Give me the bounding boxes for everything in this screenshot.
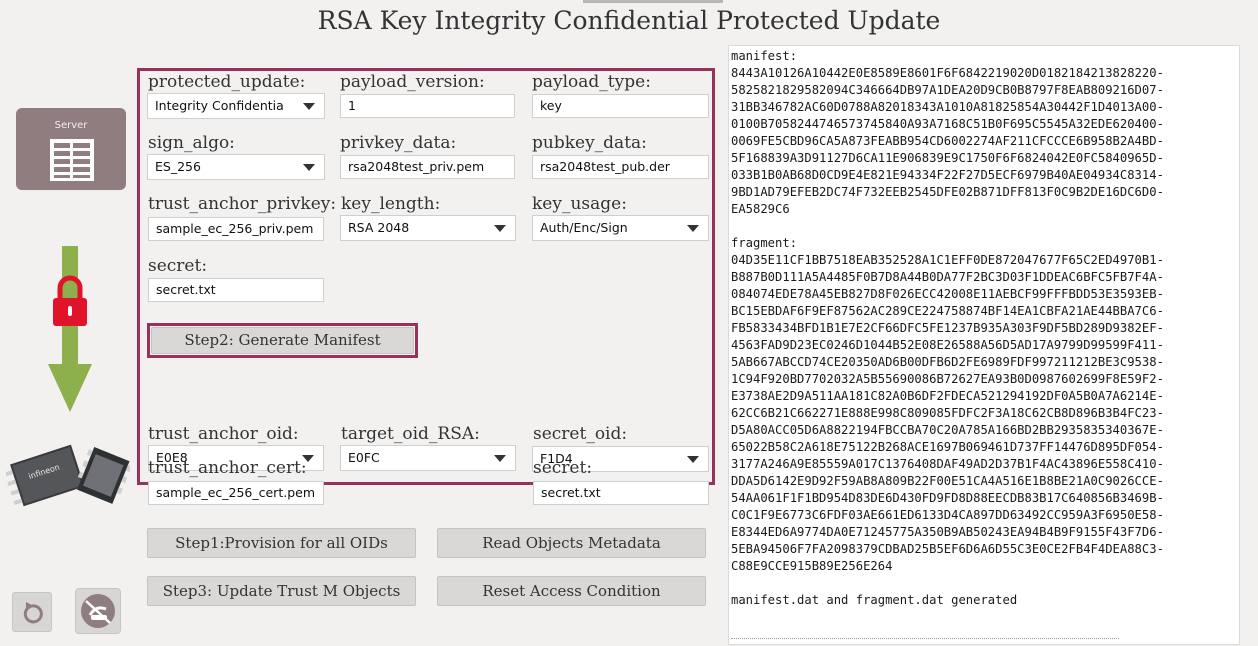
top-scroll-indicator [583, 0, 723, 3]
server-label: Server [54, 120, 88, 131]
protected-update-select[interactable]: Integrity Confidentia [147, 93, 325, 119]
chevron-down-icon [294, 155, 324, 179]
sign-algo-label: sign_algo: [148, 133, 235, 153]
pubkey-data-input[interactable]: rsa2048test_pub.der [532, 155, 709, 179]
reset-button[interactable] [12, 592, 52, 632]
trust-anchor-oid-label: trust_anchor_oid: [148, 424, 299, 444]
parameters-panel [137, 68, 715, 485]
chevron-down-icon [678, 447, 708, 471]
server-card: Server [16, 108, 126, 190]
log-separator [731, 638, 1119, 643]
secret-label: secret: [148, 256, 208, 276]
page-title: RSA Key Integrity Confidential Protected… [317, 6, 941, 35]
generate-manifest-button[interactable]: Step2: Generate Manifest [151, 327, 414, 354]
download-lock-arrow-icon [48, 246, 92, 412]
key-length-select[interactable]: RSA 2048 [340, 215, 516, 241]
chevron-down-icon [678, 216, 708, 240]
secure-chip-icon: infineon [6, 444, 130, 507]
privkey-data-label: privkey_data: [340, 133, 457, 153]
trust-anchor-cert-label: trust_anchor_cert: [148, 458, 307, 478]
secret-input[interactable]: secret.txt [148, 278, 324, 302]
key-length-label: key_length: [341, 194, 441, 214]
read-objects-metadata-button[interactable]: Read Objects Metadata [437, 528, 706, 558]
reset-access-condition-button[interactable]: Reset Access Condition [437, 576, 706, 606]
return-icon [81, 594, 115, 628]
secret-bottom-label: secret: [533, 458, 593, 478]
secret-bottom-input[interactable]: secret.txt [533, 481, 709, 505]
payload-version-label: payload_version: [340, 72, 485, 92]
provision-all-oids-button[interactable]: Step1:Provision for all OIDs [147, 528, 416, 558]
chevron-down-icon [485, 446, 515, 470]
key-usage-label: key_usage: [532, 194, 627, 214]
output-log[interactable]: manifest: 8443A10126A10442E0E8589E8601F6… [728, 45, 1240, 645]
target-oid-rsa-select[interactable]: E0FC [340, 445, 516, 471]
undo-icon [23, 602, 43, 624]
return-button[interactable] [75, 588, 121, 634]
chevron-down-icon [485, 216, 515, 240]
server-icon [50, 139, 94, 181]
protected-update-label: protected_update: [148, 72, 306, 92]
sign-algo-select[interactable]: ES_256 [147, 154, 325, 180]
payload-type-input[interactable]: key [532, 94, 709, 118]
key-usage-select[interactable]: Auth/Enc/Sign [532, 215, 709, 241]
pubkey-data-label: pubkey_data: [532, 133, 647, 153]
trust-anchor-cert-input[interactable]: sample_ec_256_cert.pem [148, 481, 324, 505]
target-oid-rsa-label: target_oid_RSA: [341, 424, 480, 444]
payload-type-label: payload_type: [532, 72, 651, 92]
output-log-text: manifest: 8443A10126A10442E0E8589E8601F6… [731, 49, 1164, 607]
chevron-down-icon [294, 94, 324, 118]
trust-anchor-privkey-input[interactable]: sample_ec_256_priv.pem [148, 217, 324, 241]
payload-version-input[interactable]: 1 [340, 94, 515, 118]
privkey-data-input[interactable]: rsa2048test_priv.pem [340, 155, 515, 179]
update-trust-m-objects-button[interactable]: Step3: Update Trust M Objects [147, 576, 416, 606]
trust-anchor-privkey-label: trust_anchor_privkey: [148, 194, 337, 214]
secret-oid-label: secret_oid: [533, 424, 628, 444]
